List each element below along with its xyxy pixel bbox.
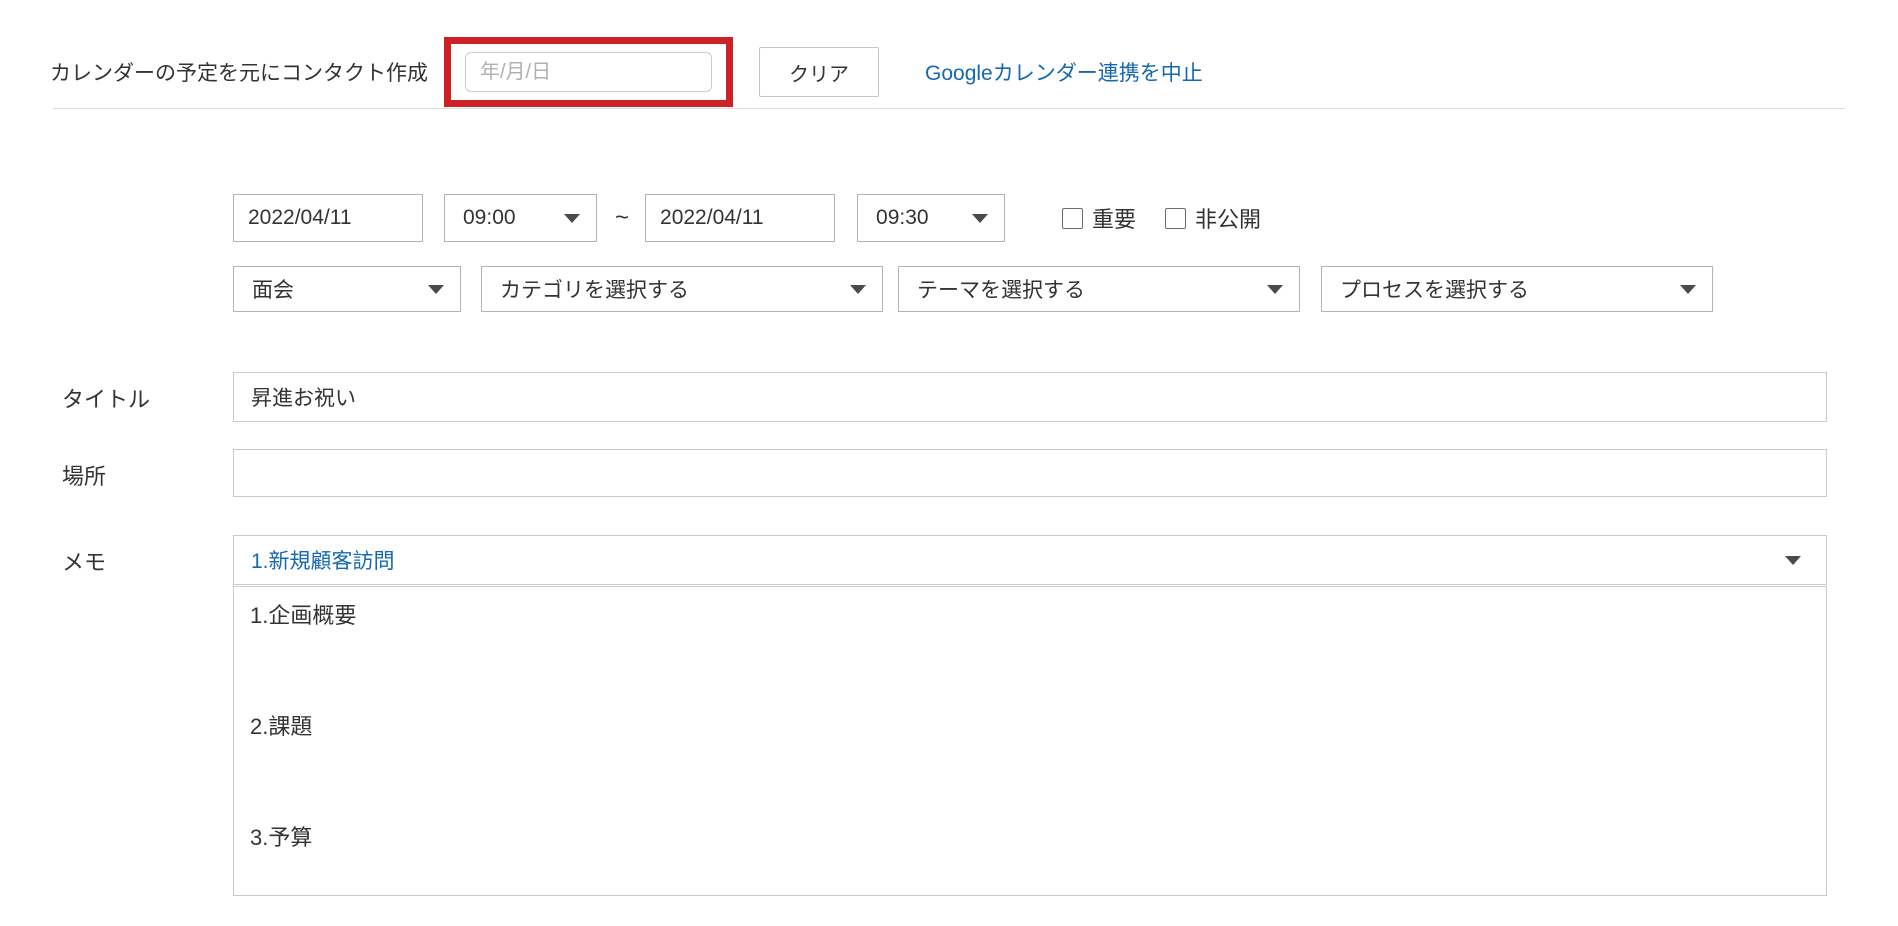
location-content: [233, 449, 1827, 497]
memo-template-value: 1.新規顧客訪問: [251, 550, 395, 573]
private-label: 非公開: [1195, 207, 1262, 232]
schedule-row: 09:00 ~ 09:30 重要 非公開: [0, 194, 1898, 242]
category-select[interactable]: カテゴリを選択する: [481, 266, 883, 312]
location-label: 場所: [62, 464, 107, 489]
clear-button[interactable]: クリア: [759, 47, 879, 97]
classification-controls: 面会 カテゴリを選択する テーマを選択する プロセスを選択する: [233, 266, 1713, 312]
title-input[interactable]: [233, 372, 1827, 422]
start-time-select[interactable]: 09:00: [444, 194, 597, 242]
end-time-value: 09:30: [876, 206, 929, 229]
important-checkbox[interactable]: [1062, 207, 1084, 229]
chevron-down-icon: [564, 214, 580, 223]
memo-textarea[interactable]: 1.企画概要 2.課題 3.予算: [233, 586, 1827, 896]
title-content: [233, 372, 1827, 422]
memo-content: 1.新規顧客訪問 1.企画概要 2.課題 3.予算: [233, 535, 1827, 896]
header-divider: [53, 108, 1845, 109]
flag-checkboxes: 重要 非公開: [1062, 202, 1261, 234]
category-value: カテゴリを選択する: [500, 279, 689, 302]
chevron-down-icon: [850, 285, 866, 294]
process-value: プロセスを選択する: [1340, 279, 1529, 302]
end-time-select[interactable]: 09:30: [857, 194, 1006, 242]
location-input[interactable]: [233, 449, 1827, 497]
private-check-item[interactable]: 非公開: [1165, 202, 1261, 234]
classification-label-spacer: [0, 266, 233, 276]
highlight-annotation-box: [444, 37, 733, 107]
start-time-value: 09:00: [463, 206, 516, 229]
memo-template-select[interactable]: 1.新規顧客訪問: [233, 535, 1827, 585]
calendar-date-input[interactable]: [465, 52, 712, 92]
schedule-label-spacer: [0, 194, 233, 204]
important-check-item[interactable]: 重要: [1062, 202, 1136, 234]
calendar-import-header: カレンダーの予定を元にコンタクト作成 クリア Googleカレンダー連携を中止: [0, 0, 1898, 108]
private-checkbox[interactable]: [1165, 207, 1187, 229]
date-range-separator: ~: [615, 204, 630, 231]
title-label: タイトル: [62, 387, 151, 412]
chevron-down-icon: [428, 285, 444, 294]
memo-label: メモ: [62, 550, 107, 575]
location-row: 場所: [0, 449, 1898, 497]
important-label: 重要: [1092, 207, 1137, 232]
classification-row: 面会 カテゴリを選択する テーマを選択する プロセスを選択する: [0, 266, 1898, 312]
contact-type-select[interactable]: 面会: [233, 266, 461, 312]
calendar-import-label: カレンダーの予定を元にコンタクト作成: [50, 62, 428, 85]
start-date-input[interactable]: [233, 194, 423, 242]
chevron-down-icon: [1680, 285, 1696, 294]
theme-select[interactable]: テーマを選択する: [898, 266, 1300, 312]
chevron-down-icon: [1267, 285, 1283, 294]
title-row: タイトル: [0, 372, 1898, 422]
chevron-down-icon: [1785, 556, 1801, 565]
theme-value: テーマを選択する: [917, 279, 1085, 302]
schedule-controls: 09:00 ~ 09:30 重要 非公開: [233, 194, 1261, 242]
end-date-input[interactable]: [645, 194, 836, 242]
contact-create-form: カレンダーの予定を元にコンタクト作成 クリア Googleカレンダー連携を中止 …: [0, 0, 1898, 926]
process-select[interactable]: プロセスを選択する: [1321, 266, 1713, 312]
chevron-down-icon: [972, 214, 989, 223]
contact-type-value: 面会: [252, 279, 294, 302]
memo-row: メモ 1.新規顧客訪問 1.企画概要 2.課題 3.予算: [0, 535, 1898, 896]
stop-google-sync-link[interactable]: Googleカレンダー連携を中止: [925, 57, 1203, 87]
